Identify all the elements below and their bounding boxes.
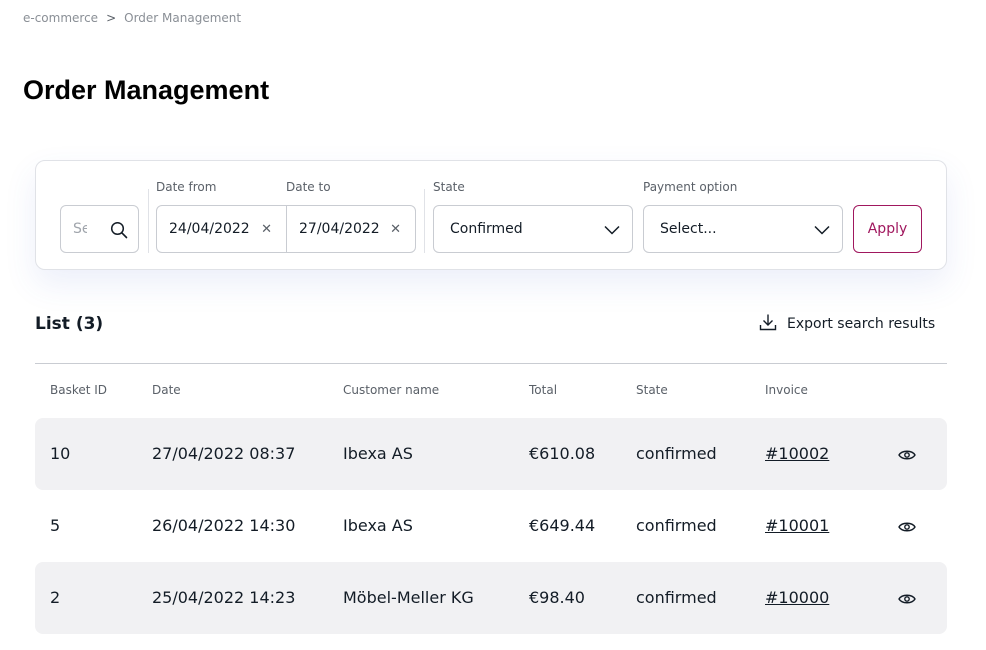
column-header-invoice: Invoice [765,383,808,397]
state-cell: confirmed [636,588,717,607]
date-from-clear-icon[interactable]: ✕ [261,223,272,236]
invoice-link[interactable]: #10002 [765,444,829,463]
basket-id-cell: 2 [50,588,61,607]
column-header-date: Date [152,383,181,397]
column-header-basket-id: Basket ID [50,383,108,397]
date-from-value: 24/04/2022 [169,221,250,237]
filter-divider [148,189,149,253]
order-management-page: e-commerce > Order Management Order Mana… [0,0,986,650]
payment-option-value: Select... [660,221,717,237]
state-label: State [433,180,465,194]
page-title: Order Management [23,75,270,105]
state-select-value: Confirmed [450,221,523,237]
filter-divider [424,189,425,253]
invoice-link[interactable]: #10001 [765,516,829,535]
chevron-down-icon [604,223,620,239]
state-cell: confirmed [636,516,717,535]
table-row[interactable]: 5 26/04/2022 14:30 Ibexa AS €649.44 conf… [35,490,947,562]
basket-id-cell: 5 [50,516,61,535]
list-divider [35,363,947,364]
total-cell: €610.08 [529,444,596,463]
total-cell: €98.40 [529,588,585,607]
search-input[interactable]: Search [60,205,139,253]
payment-option-label: Payment option [643,180,738,194]
chevron-down-icon [814,223,830,239]
table-row[interactable]: 2 25/04/2022 14:23 Möbel-Meller KG €98.4… [35,562,947,634]
column-header-customer-name: Customer name [343,383,440,397]
date-to-field[interactable]: 27/04/2022 ✕ [286,206,415,252]
view-eye-icon[interactable] [898,447,916,466]
date-to-label: Date to [286,180,331,194]
customer-name-cell: Ibexa AS [343,444,413,463]
download-icon [759,313,777,335]
customer-name-cell: Möbel-Meller KG [343,588,474,607]
date-cell: 27/04/2022 08:37 [152,444,296,463]
invoice-link[interactable]: #10000 [765,588,829,607]
search-placeholder: Search [73,221,87,237]
apply-button[interactable]: Apply [853,205,922,253]
view-eye-icon[interactable] [898,519,916,538]
date-to-clear-icon[interactable]: ✕ [390,223,401,236]
state-cell: confirmed [636,444,717,463]
table-row[interactable]: 10 27/04/2022 08:37 Ibexa AS €610.08 con… [35,418,947,490]
breadcrumb-separator: > [106,11,117,25]
column-header-state: State [636,383,668,397]
export-label: Export search results [787,316,936,332]
total-cell: €649.44 [529,516,596,535]
date-cell: 26/04/2022 14:30 [152,516,296,535]
payment-option-select[interactable]: Select... [643,205,843,253]
date-from-field[interactable]: 24/04/2022 ✕ [157,206,286,252]
breadcrumb-item-order-management: Order Management [124,11,242,25]
date-range-picker: 24/04/2022 ✕ 27/04/2022 ✕ [156,205,416,253]
view-eye-icon[interactable] [898,591,916,610]
date-to-value: 27/04/2022 [299,221,380,237]
date-cell: 25/04/2022 14:23 [152,588,296,607]
date-from-label: Date from [156,180,217,194]
list-title: List (3) [35,314,104,334]
column-header-total: Total [529,383,558,397]
customer-name-cell: Ibexa AS [343,516,413,535]
search-icon[interactable] [110,221,128,243]
state-select[interactable]: Confirmed [433,205,633,253]
breadcrumb: e-commerce > Order Management [23,11,241,25]
breadcrumb-item-ecommerce[interactable]: e-commerce [23,11,98,25]
export-search-results-button[interactable]: Export search results [759,313,935,335]
basket-id-cell: 10 [50,444,71,463]
filter-panel: Search Date from Date to 24/04/2022 ✕ 27… [35,160,947,270]
